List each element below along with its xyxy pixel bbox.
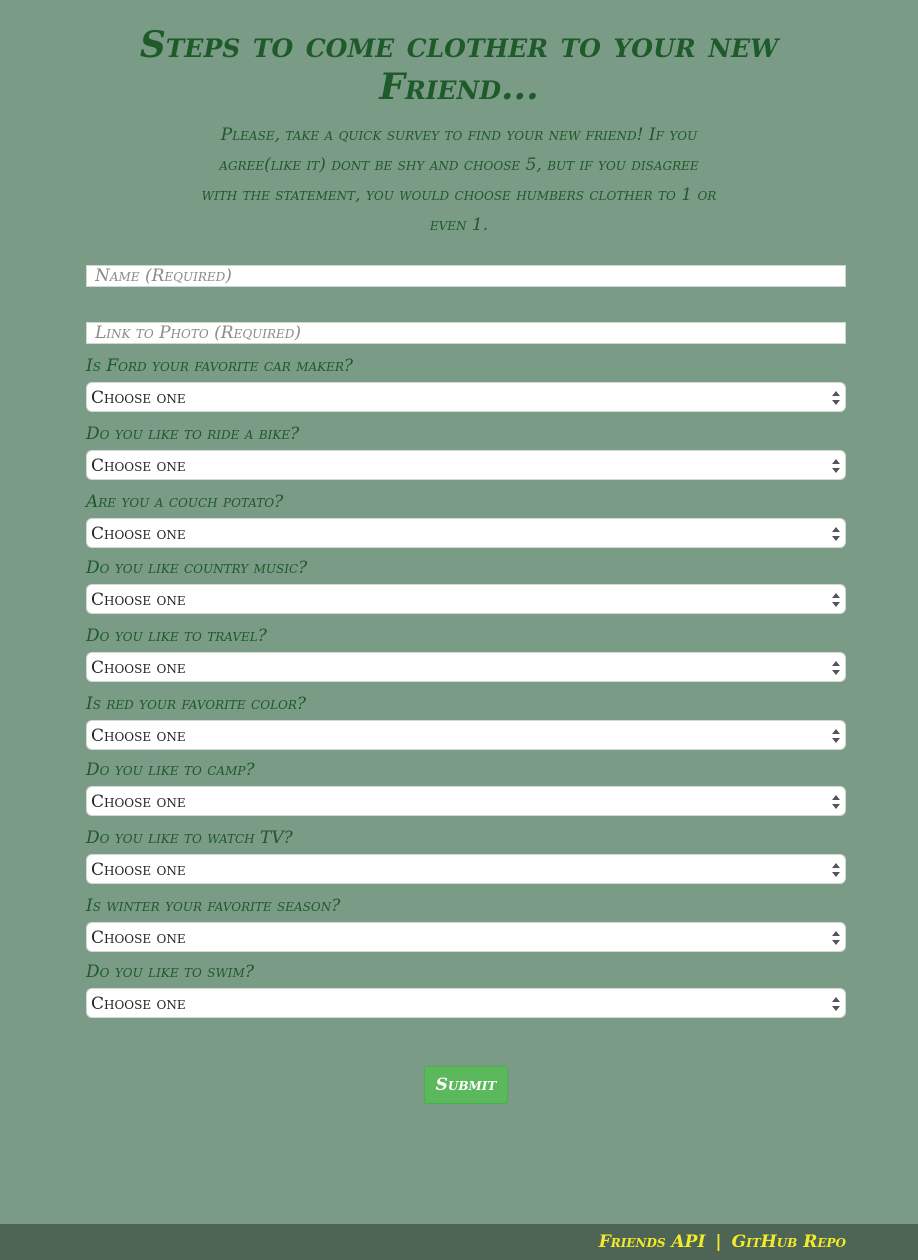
submit-button[interactable]: Submit bbox=[424, 1066, 508, 1104]
footer-separator: | bbox=[715, 1232, 722, 1252]
updown-icon bbox=[832, 997, 840, 1011]
page-title: Steps to come clother to your new Friend… bbox=[139, 24, 779, 108]
question-5: Do you like to travel? Choose one bbox=[86, 622, 846, 690]
updown-icon bbox=[832, 391, 840, 405]
question-9: Is winter your favorite season? Choose o… bbox=[86, 892, 846, 958]
select-value: Choose one bbox=[91, 994, 186, 1014]
select-value: Choose one bbox=[91, 658, 186, 678]
updown-icon bbox=[832, 931, 840, 945]
question-1: Is Ford your favorite car maker? Choose … bbox=[86, 352, 846, 420]
question-2: Do you like to ride a bike? Choose one bbox=[86, 420, 846, 488]
updown-icon bbox=[832, 729, 840, 743]
updown-icon bbox=[832, 863, 840, 877]
question-8-select[interactable]: Choose one bbox=[86, 854, 846, 884]
select-value: Choose one bbox=[91, 524, 186, 544]
friends-api-link[interactable]: Friends API bbox=[599, 1232, 706, 1252]
name-input[interactable] bbox=[86, 265, 846, 287]
question-label: Do you like country music? bbox=[86, 558, 308, 578]
select-value: Choose one bbox=[91, 860, 186, 880]
question-9-select[interactable]: Choose one bbox=[86, 922, 846, 952]
question-label: Do you like to travel? bbox=[86, 626, 267, 646]
question-label: Is Ford your favorite car maker? bbox=[86, 356, 354, 376]
question-label: Is winter your favorite season? bbox=[86, 896, 341, 916]
question-8: Do you like to watch TV? Choose one bbox=[86, 824, 846, 892]
photo-link-input[interactable] bbox=[86, 322, 846, 344]
updown-icon bbox=[832, 661, 840, 675]
question-2-select[interactable]: Choose one bbox=[86, 450, 846, 480]
updown-icon bbox=[832, 593, 840, 607]
question-label: Do you like to ride a bike? bbox=[86, 424, 300, 444]
question-3-select[interactable]: Choose one bbox=[86, 518, 846, 548]
select-value: Choose one bbox=[91, 590, 186, 610]
question-label: Are you a couch potato? bbox=[86, 492, 284, 512]
updown-icon bbox=[832, 795, 840, 809]
question-1-select[interactable]: Choose one bbox=[86, 382, 846, 412]
question-7: Do you like to camp? Choose one bbox=[86, 756, 846, 824]
select-value: Choose one bbox=[91, 928, 186, 948]
question-label: Do you like to watch TV? bbox=[86, 828, 293, 848]
question-4: Do you like country music? Choose one bbox=[86, 554, 846, 622]
select-value: Choose one bbox=[91, 388, 186, 408]
updown-icon bbox=[832, 527, 840, 541]
footer-links: Friends API | GitHub Repo bbox=[599, 1230, 846, 1254]
footer: Friends API | GitHub Repo bbox=[0, 1224, 918, 1260]
question-5-select[interactable]: Choose one bbox=[86, 652, 846, 682]
select-value: Choose one bbox=[91, 456, 186, 476]
github-repo-link[interactable]: GitHub Repo bbox=[732, 1232, 846, 1252]
question-10: Do you like to swim? Choose one bbox=[86, 958, 846, 1026]
select-value: Choose one bbox=[91, 792, 186, 812]
updown-icon bbox=[832, 459, 840, 473]
question-6-select[interactable]: Choose one bbox=[86, 720, 846, 750]
question-4-select[interactable]: Choose one bbox=[86, 584, 846, 614]
intro-text: Please, take a quick survey to find your… bbox=[201, 125, 717, 235]
question-6: Is red your favorite color? Choose one bbox=[86, 690, 846, 756]
question-label: Do you like to camp? bbox=[86, 760, 255, 780]
survey-questions: Is Ford your favorite car maker? Choose … bbox=[86, 352, 846, 1026]
question-label: Is red your favorite color? bbox=[86, 694, 307, 714]
question-7-select[interactable]: Choose one bbox=[86, 786, 846, 816]
question-3: Are you a couch potato? Choose one bbox=[86, 488, 846, 554]
question-label: Do you like to swim? bbox=[86, 962, 254, 982]
question-10-select[interactable]: Choose one bbox=[86, 988, 846, 1018]
select-value: Choose one bbox=[91, 726, 186, 746]
